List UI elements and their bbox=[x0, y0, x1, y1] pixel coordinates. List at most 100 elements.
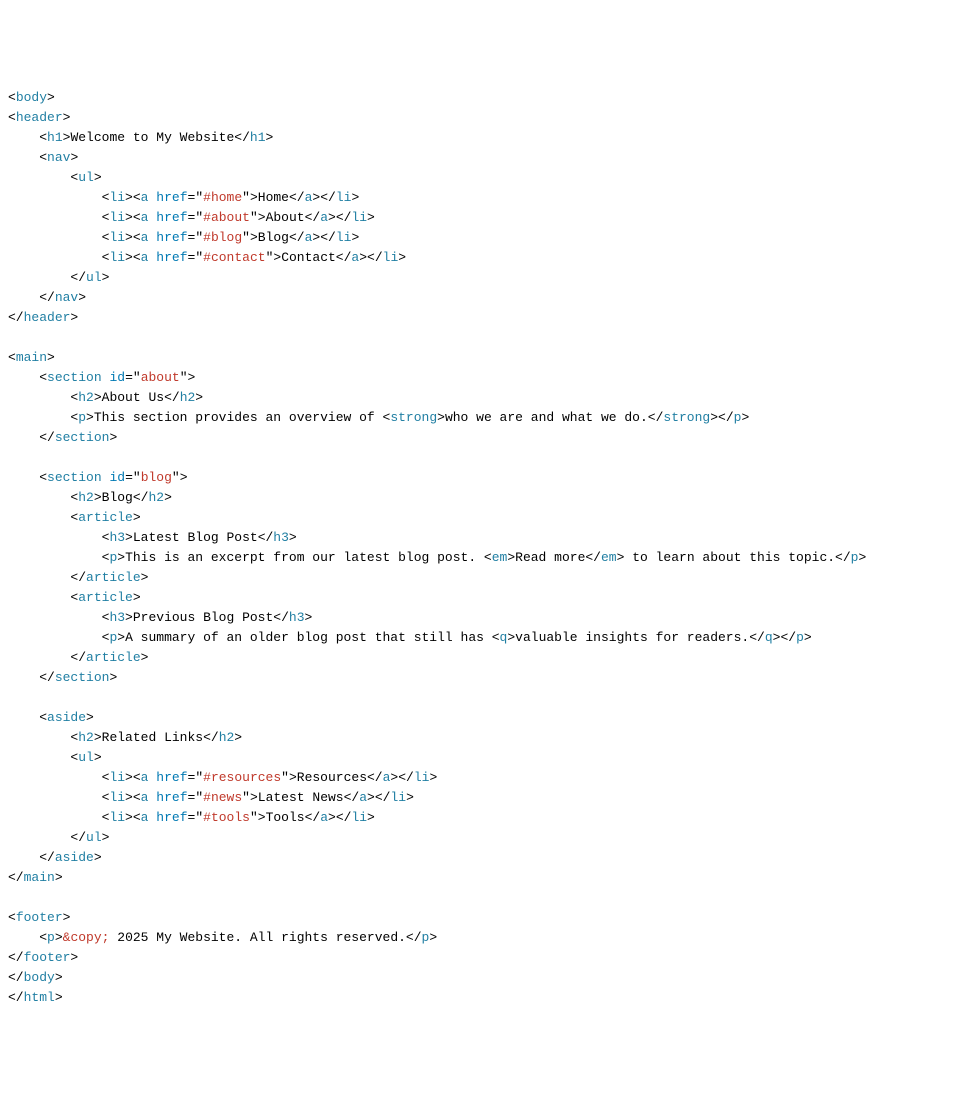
token-txt bbox=[8, 670, 39, 685]
token-tag: a bbox=[320, 810, 328, 825]
token-tag: strong bbox=[663, 410, 710, 425]
token-pun: > bbox=[266, 130, 274, 145]
token-pun: > bbox=[55, 930, 63, 945]
token-pun: > bbox=[406, 790, 414, 805]
token-tag: li bbox=[109, 250, 125, 265]
token-pun: > bbox=[359, 250, 367, 265]
code-line: <p>&copy; 2025 My Website. All rights re… bbox=[8, 928, 946, 948]
code-line: <h2>About Us</h2> bbox=[8, 388, 946, 408]
token-pun: > bbox=[55, 990, 63, 1005]
code-line: <ul> bbox=[8, 168, 946, 188]
token-tag: footer bbox=[16, 910, 63, 925]
token-pun: </ bbox=[344, 790, 360, 805]
token-pun: > bbox=[102, 270, 110, 285]
token-pun: > bbox=[133, 510, 141, 525]
token-pun: > bbox=[94, 730, 102, 745]
token-pun: </ bbox=[749, 630, 765, 645]
token-pun: </ bbox=[39, 290, 55, 305]
token-pun: > bbox=[55, 970, 63, 985]
token-txt bbox=[8, 270, 70, 285]
token-tag: footer bbox=[24, 950, 71, 965]
token-pun: > bbox=[63, 910, 71, 925]
token-pun: </ bbox=[648, 410, 664, 425]
token-txt bbox=[8, 190, 102, 205]
token-val: about bbox=[141, 370, 180, 385]
token-pun: > bbox=[125, 610, 133, 625]
token-tag: h2 bbox=[180, 390, 196, 405]
token-pun: > bbox=[710, 410, 718, 425]
code-line: <section id="about"> bbox=[8, 368, 946, 388]
token-pun: > bbox=[102, 830, 110, 845]
token-tag: h2 bbox=[219, 730, 235, 745]
token-pun: " bbox=[133, 470, 141, 485]
code-line: <p>This section provides an overview of … bbox=[8, 408, 946, 428]
token-pun: < bbox=[133, 250, 141, 265]
token-txt bbox=[8, 550, 102, 565]
token-pun: > bbox=[117, 630, 125, 645]
token-pun: > bbox=[164, 490, 172, 505]
token-val: #blog bbox=[203, 230, 242, 245]
token-txt bbox=[8, 790, 102, 805]
code-line bbox=[8, 888, 946, 908]
token-txt bbox=[8, 170, 70, 185]
code-line: <article> bbox=[8, 588, 946, 608]
token-pun: " bbox=[242, 190, 250, 205]
token-pun: " bbox=[281, 770, 289, 785]
token-txt bbox=[8, 210, 102, 225]
token-val: #contact bbox=[203, 250, 265, 265]
code-line: </ul> bbox=[8, 268, 946, 288]
code-line: <body> bbox=[8, 88, 946, 108]
code-line: <aside> bbox=[8, 708, 946, 728]
code-line: </section> bbox=[8, 668, 946, 688]
token-pun: = bbox=[125, 370, 133, 385]
token-pun: < bbox=[133, 210, 141, 225]
token-pun: > bbox=[70, 310, 78, 325]
token-tag: li bbox=[109, 810, 125, 825]
token-pun: > bbox=[55, 870, 63, 885]
code-line: </ul> bbox=[8, 828, 946, 848]
token-val: #about bbox=[203, 210, 250, 225]
token-tag: ul bbox=[86, 830, 102, 845]
token-tag: h2 bbox=[78, 390, 94, 405]
token-pun: </ bbox=[8, 870, 24, 885]
token-pun: > bbox=[804, 630, 812, 645]
token-tag: nav bbox=[55, 290, 78, 305]
token-attr: href bbox=[156, 210, 187, 225]
token-pun: < bbox=[133, 810, 141, 825]
token-pun: > bbox=[289, 530, 297, 545]
token-pun: " bbox=[195, 770, 203, 785]
token-tag: main bbox=[24, 870, 55, 885]
token-pun: > bbox=[180, 470, 188, 485]
code-line: </main> bbox=[8, 868, 946, 888]
token-pun: > bbox=[250, 230, 258, 245]
token-pun: < bbox=[39, 130, 47, 145]
token-pun: " bbox=[195, 250, 203, 265]
code-line: <main> bbox=[8, 348, 946, 368]
token-attr: href bbox=[156, 790, 187, 805]
token-tag: ul bbox=[78, 170, 94, 185]
token-pun: </ bbox=[289, 230, 305, 245]
token-pun: > bbox=[351, 190, 359, 205]
token-pun: </ bbox=[585, 550, 601, 565]
token-pun: > bbox=[63, 110, 71, 125]
code-line: <header> bbox=[8, 108, 946, 128]
code-line: <li><a href="#contact">Contact</a></li> bbox=[8, 248, 946, 268]
token-tag: h3 bbox=[109, 610, 125, 625]
token-pun: > bbox=[398, 250, 406, 265]
token-txt: Read more bbox=[515, 550, 585, 565]
token-pun: > bbox=[367, 790, 375, 805]
token-pun: > bbox=[78, 290, 86, 305]
token-tag: header bbox=[16, 110, 63, 125]
token-txt bbox=[8, 490, 70, 505]
token-pun: < bbox=[39, 930, 47, 945]
token-pun: </ bbox=[320, 230, 336, 245]
token-pun: < bbox=[133, 770, 141, 785]
token-tag: li bbox=[383, 250, 399, 265]
token-tag: section bbox=[47, 470, 102, 485]
token-pun: > bbox=[86, 710, 94, 725]
token-val: #news bbox=[203, 790, 242, 805]
token-pun: < bbox=[39, 710, 47, 725]
token-txt: Previous Blog Post bbox=[133, 610, 273, 625]
code-line: </article> bbox=[8, 568, 946, 588]
token-tag: ul bbox=[78, 750, 94, 765]
